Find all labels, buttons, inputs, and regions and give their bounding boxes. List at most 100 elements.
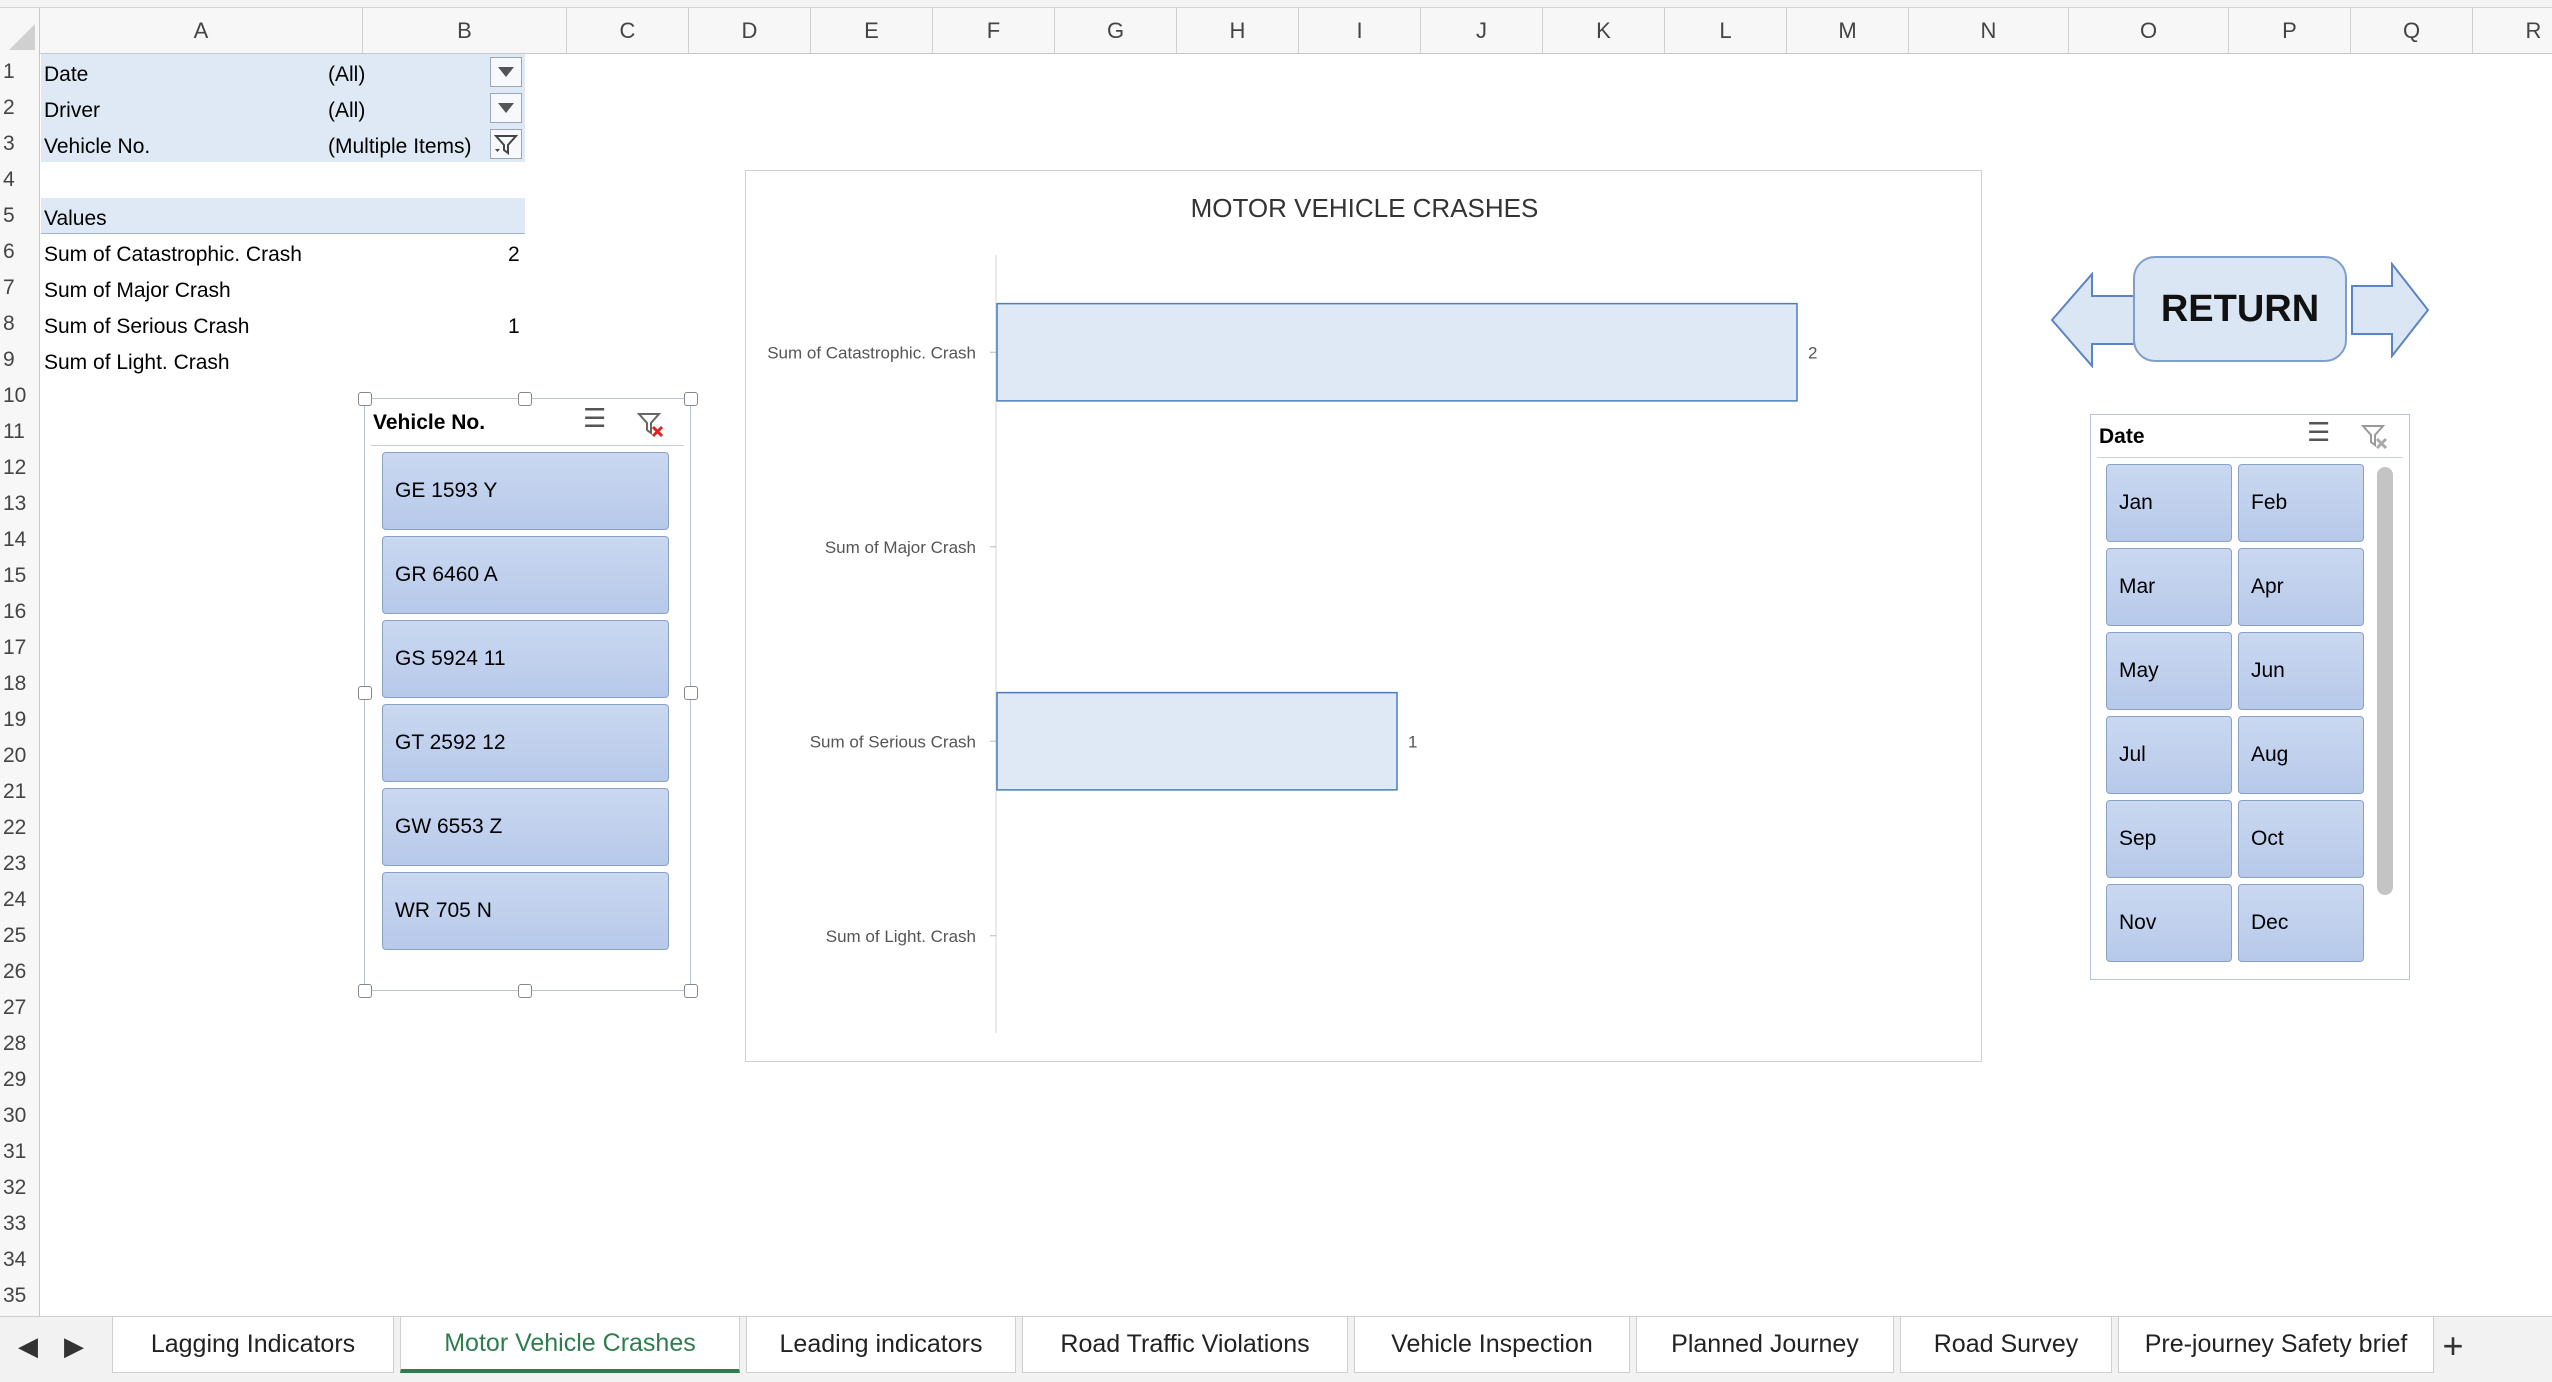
date-slicer-item[interactable]: Dec bbox=[2238, 884, 2364, 962]
return-button[interactable]: RETURN bbox=[2133, 256, 2347, 362]
resize-handle[interactable] bbox=[358, 984, 372, 998]
row-header[interactable]: 16 bbox=[0, 594, 40, 630]
right-arrow-icon[interactable] bbox=[2350, 262, 2430, 358]
row-header[interactable]: 33 bbox=[0, 1206, 40, 1242]
row-header[interactable]: 4 bbox=[0, 162, 40, 198]
date-slicer-item[interactable]: Apr bbox=[2238, 548, 2364, 626]
row-header[interactable]: 34 bbox=[0, 1242, 40, 1278]
row-header[interactable]: 29 bbox=[0, 1062, 40, 1098]
row-header[interactable]: 13 bbox=[0, 486, 40, 522]
sheet-tab[interactable]: Road Traffic Violations bbox=[1022, 1317, 1348, 1373]
row-header[interactable]: 9 bbox=[0, 342, 40, 378]
row-header[interactable]: 21 bbox=[0, 774, 40, 810]
column-header[interactable]: A bbox=[40, 8, 363, 54]
date-slicer-item[interactable]: Aug bbox=[2238, 716, 2364, 794]
row-header[interactable]: 19 bbox=[0, 702, 40, 738]
column-header[interactable]: J bbox=[1421, 8, 1543, 54]
row-header[interactable]: 10 bbox=[0, 378, 40, 414]
column-header[interactable]: Q bbox=[2351, 8, 2473, 54]
row-header[interactable]: 11 bbox=[0, 414, 40, 450]
row-header[interactable]: 12 bbox=[0, 450, 40, 486]
crashes-bar-chart[interactable]: MOTOR VEHICLE CRASHES Sum of Catastrophic… bbox=[745, 170, 1982, 1062]
spreadsheet-grid[interactable]: ABCDEFGHIJKLMNOPQR 1 2 3 4 5 6 7 8 9 10 11 12 13 14 15… bbox=[0, 0, 2552, 1316]
next-sheet-button[interactable]: ▶ bbox=[64, 1331, 84, 1362]
column-header[interactable]: B bbox=[363, 8, 567, 54]
resize-handle[interactable] bbox=[518, 392, 532, 406]
date-filter-dropdown[interactable] bbox=[490, 57, 522, 87]
row-header[interactable]: 27 bbox=[0, 990, 40, 1026]
add-sheet-button[interactable]: + bbox=[2420, 1323, 2486, 1369]
row-header[interactable]: 15 bbox=[0, 558, 40, 594]
resize-handle[interactable] bbox=[358, 392, 372, 406]
date-slicer-item[interactable]: Jan bbox=[2106, 464, 2232, 542]
vehicle-slicer-item[interactable]: GE 1593 Y bbox=[382, 452, 669, 530]
row-header[interactable]: 32 bbox=[0, 1170, 40, 1206]
sheet-tab[interactable]: Planned Journey bbox=[1636, 1317, 1894, 1373]
column-header[interactable]: E bbox=[811, 8, 933, 54]
multi-select-icon[interactable]: ☰ bbox=[2307, 417, 2330, 448]
row-header[interactable]: 24 bbox=[0, 882, 40, 918]
sheet-tab[interactable]: Pre-journey Safety brief bbox=[2118, 1317, 2434, 1373]
row-header[interactable]: 31 bbox=[0, 1134, 40, 1170]
driver-filter-dropdown[interactable] bbox=[490, 93, 522, 123]
date-slicer-item[interactable]: Feb bbox=[2238, 464, 2364, 542]
vehicle-slicer-item[interactable]: GT 2592 12 bbox=[382, 704, 669, 782]
vehicle-filter-dropdown[interactable] bbox=[490, 129, 522, 159]
sheet-tab[interactable]: Motor Vehicle Crashes bbox=[400, 1317, 740, 1373]
date-slicer-item[interactable]: Nov bbox=[2106, 884, 2232, 962]
column-header[interactable]: O bbox=[2069, 8, 2229, 54]
sheet-tab[interactable]: Leading indicators bbox=[746, 1317, 1016, 1373]
column-header[interactable]: C bbox=[567, 8, 689, 54]
row-header[interactable]: 14 bbox=[0, 522, 40, 558]
date-slicer-item[interactable]: Jul bbox=[2106, 716, 2232, 794]
sheet-tab[interactable]: Lagging Indicators bbox=[112, 1317, 394, 1373]
column-header[interactable]: N bbox=[1909, 8, 2069, 54]
slicer-scrollbar[interactable] bbox=[2377, 467, 2393, 895]
row-header[interactable]: 22 bbox=[0, 810, 40, 846]
column-header[interactable]: M bbox=[1787, 8, 1909, 54]
column-header[interactable]: F bbox=[933, 8, 1055, 54]
row-header[interactable]: 5 bbox=[0, 198, 40, 234]
resize-handle[interactable] bbox=[518, 984, 532, 998]
resize-handle[interactable] bbox=[684, 984, 698, 998]
date-slicer-item[interactable]: Jun bbox=[2238, 632, 2364, 710]
column-header[interactable]: I bbox=[1299, 8, 1421, 54]
row-header[interactable]: 8 bbox=[0, 306, 40, 342]
column-header[interactable]: K bbox=[1543, 8, 1665, 54]
resize-handle[interactable] bbox=[358, 686, 372, 700]
vehicle-slicer-item[interactable]: WR 705 N bbox=[382, 872, 669, 950]
column-header[interactable]: G bbox=[1055, 8, 1177, 54]
sheet-tab[interactable]: Vehicle Inspection bbox=[1354, 1317, 1630, 1373]
row-header[interactable]: 30 bbox=[0, 1098, 40, 1134]
date-slicer-item[interactable]: Sep bbox=[2106, 800, 2232, 878]
row-header[interactable]: 28 bbox=[0, 1026, 40, 1062]
row-header[interactable]: 1 bbox=[0, 54, 40, 90]
date-slicer-item[interactable]: Mar bbox=[2106, 548, 2232, 626]
row-header[interactable]: 18 bbox=[0, 666, 40, 702]
column-header[interactable]: D bbox=[689, 8, 811, 54]
column-header[interactable]: P bbox=[2229, 8, 2351, 54]
vehicle-slicer-item[interactable]: GR 6460 A bbox=[382, 536, 669, 614]
row-header[interactable]: 2 bbox=[0, 90, 40, 126]
row-header[interactable]: 35 bbox=[0, 1278, 40, 1314]
left-arrow-icon[interactable] bbox=[2050, 272, 2136, 368]
multi-select-icon[interactable]: ☰ bbox=[583, 403, 606, 434]
select-all-corner[interactable] bbox=[0, 8, 40, 54]
column-header[interactable]: H bbox=[1177, 8, 1299, 54]
resize-handle[interactable] bbox=[684, 392, 698, 406]
vehicle-slicer-item[interactable]: GW 6553 Z bbox=[382, 788, 669, 866]
row-header[interactable]: 17 bbox=[0, 630, 40, 666]
sheet-tab[interactable]: Road Survey bbox=[1900, 1317, 2112, 1373]
column-header[interactable]: R bbox=[2473, 8, 2552, 54]
row-header[interactable]: 26 bbox=[0, 954, 40, 990]
row-header[interactable]: 6 bbox=[0, 234, 40, 270]
vehicle-slicer-item[interactable]: GS 5924 11 bbox=[382, 620, 669, 698]
row-header[interactable]: 25 bbox=[0, 918, 40, 954]
row-header[interactable]: 23 bbox=[0, 846, 40, 882]
date-slicer-item[interactable]: May bbox=[2106, 632, 2232, 710]
row-header[interactable]: 20 bbox=[0, 738, 40, 774]
clear-filter-icon[interactable] bbox=[637, 411, 665, 439]
row-header[interactable]: 3 bbox=[0, 126, 40, 162]
resize-handle[interactable] bbox=[684, 686, 698, 700]
prev-sheet-button[interactable]: ◀ bbox=[18, 1331, 38, 1362]
